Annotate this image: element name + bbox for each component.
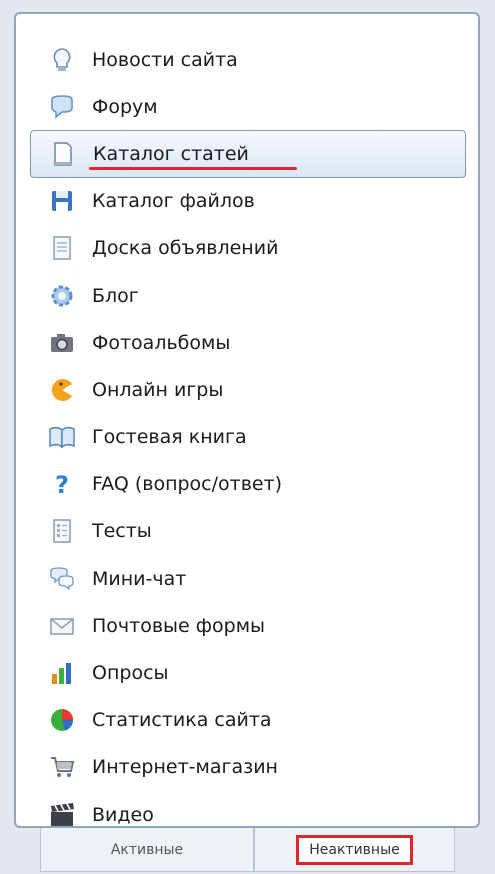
tab-bar: Активные Неактивные bbox=[20, 828, 475, 874]
clapperboard-icon bbox=[51, 802, 74, 826]
menu-item-label: Гостевая книга bbox=[92, 426, 247, 449]
menu-item-shop[interactable]: Интернет-магазин bbox=[30, 744, 466, 791]
menu-item-label: Каталог статей bbox=[93, 142, 249, 165]
menu-item-mailforms[interactable]: Почтовые формы bbox=[30, 602, 466, 649]
menu-item-label: Новости сайта bbox=[92, 48, 238, 71]
menu-item-label: Видео bbox=[92, 803, 154, 826]
menu-item-label: Интернет-магазин bbox=[92, 756, 278, 779]
menu-item-photo[interactable]: Фотоальбомы bbox=[30, 319, 466, 366]
menu-item-tests[interactable]: Тесты bbox=[30, 508, 466, 555]
camera-icon bbox=[51, 333, 73, 352]
menu-item-files[interactable]: Каталог файлов bbox=[30, 178, 466, 225]
menu-item-label: Мини-чат bbox=[92, 567, 187, 590]
menu-item-guestbook[interactable]: Гостевая книга bbox=[30, 414, 466, 461]
menu-item-label: Тесты bbox=[92, 520, 152, 543]
red-underline-mark bbox=[89, 167, 297, 171]
pacman-icon bbox=[51, 378, 72, 401]
chat-bubbles-icon bbox=[50, 567, 74, 590]
menu-item-label: Статистика сайта bbox=[92, 709, 272, 732]
shopping-cart-icon bbox=[51, 757, 75, 778]
menu-item-label: Почтовые формы bbox=[92, 614, 266, 637]
gear-icon bbox=[51, 285, 73, 307]
envelope-icon bbox=[50, 618, 74, 635]
menu-item-games[interactable]: Онлайн игры bbox=[30, 366, 466, 413]
menu-item-blog[interactable]: Блог bbox=[30, 272, 466, 319]
question-mark-icon: ? bbox=[55, 471, 69, 498]
tab-active[interactable]: Активные bbox=[40, 828, 254, 872]
menu-item-label: Опросы bbox=[92, 662, 169, 685]
menu-item-label: FAQ (вопрос/ответ) bbox=[92, 473, 283, 496]
modules-panel: Новости сайта Форум Каталог статей Катал… bbox=[14, 12, 480, 828]
menu-item-articles[interactable]: Каталог статей bbox=[30, 130, 466, 178]
menu-item-faq[interactable]: ? FAQ (вопрос/ответ) bbox=[30, 461, 466, 508]
menu-item-minichat[interactable]: Мини-чат bbox=[30, 555, 466, 602]
modules-window: Новости сайта Форум Каталог статей Катал… bbox=[0, 0, 495, 874]
checklist-icon bbox=[53, 519, 71, 544]
menu-item-label: Форум bbox=[92, 95, 158, 118]
speech-bubble-icon bbox=[51, 95, 73, 119]
document-icon bbox=[54, 142, 72, 166]
svg-text:?: ? bbox=[55, 471, 69, 498]
menu-item-label: Фотоальбомы bbox=[92, 331, 231, 354]
menu-item-label: Доска объявлений bbox=[92, 237, 279, 260]
modules-menu: Новости сайта Форум Каталог статей Катал… bbox=[30, 36, 466, 838]
bar-chart-icon bbox=[52, 663, 71, 685]
pie-chart-icon bbox=[51, 709, 74, 732]
menu-item-label: Онлайн игры bbox=[92, 378, 224, 401]
notepad-icon bbox=[53, 236, 71, 261]
lightbulb-icon bbox=[53, 47, 71, 71]
menu-item-board[interactable]: Доска объявлений bbox=[30, 225, 466, 272]
floppy-disk-icon bbox=[52, 191, 72, 212]
menu-item-stats[interactable]: Статистика сайта bbox=[30, 697, 466, 744]
tab-active-label: Активные bbox=[110, 841, 184, 858]
menu-item-news[interactable]: Новости сайта bbox=[30, 36, 466, 83]
menu-item-polls[interactable]: Опросы bbox=[30, 649, 466, 696]
menu-item-label: Каталог файлов bbox=[92, 190, 255, 213]
open-book-icon bbox=[49, 427, 75, 449]
menu-item-forum[interactable]: Форум bbox=[30, 83, 466, 130]
tab-inactive[interactable]: Неактивные bbox=[254, 828, 455, 872]
menu-item-label: Блог bbox=[92, 284, 139, 307]
tab-inactive-label: Неактивные bbox=[296, 834, 413, 865]
